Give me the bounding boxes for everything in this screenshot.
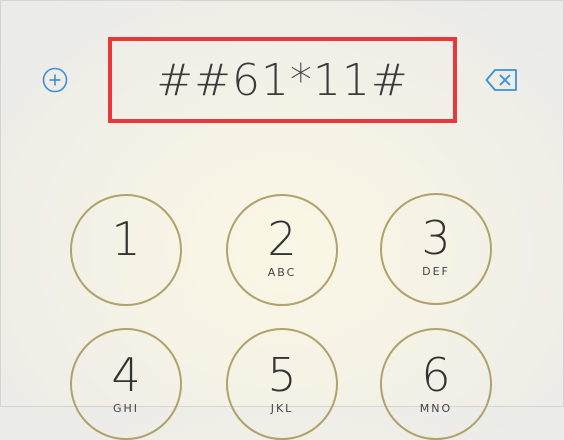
keypad-key-4[interactable]: 4 GHI [70,328,182,440]
key-digit: 2 [267,212,297,266]
key-letters: ABC [267,266,297,279]
key-digit: 1 [111,212,141,266]
key-digit: 4 [111,348,141,402]
key-letters: JKL [270,402,294,415]
keypad-key-6[interactable]: 6 MNO [380,328,492,440]
add-contact-button[interactable] [42,67,68,93]
delete-button[interactable] [485,68,519,92]
keypad-key-3[interactable]: 3 DEF [380,193,492,305]
status-area-edge [60,0,180,5]
key-letters: DEF [422,265,450,278]
backspace-icon [485,69,517,91]
keypad-key-1[interactable]: 1 [70,194,182,306]
plus-circle-icon [42,67,68,93]
key-digit: 6 [421,348,451,402]
keypad-key-5[interactable]: 5 JKL [226,328,338,440]
number-display-highlight: ##61*11# [108,37,457,123]
key-digit: 3 [421,211,451,265]
entered-number: ##61*11# [156,54,409,106]
key-digit: 5 [267,348,297,402]
keypad-key-2[interactable]: 2 ABC [226,194,338,306]
key-letters: GHI [112,402,140,415]
key-letters: MNO [419,402,453,415]
